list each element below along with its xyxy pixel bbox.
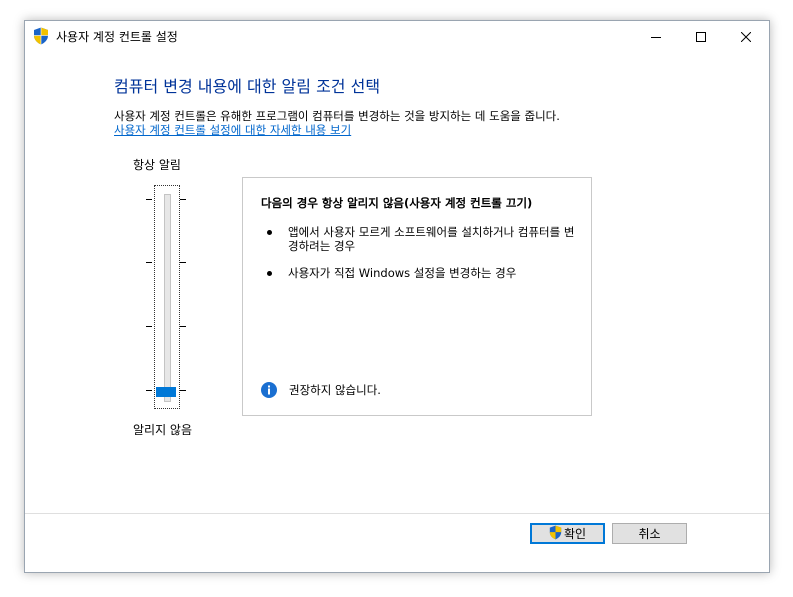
- cancel-button-label: 취소: [638, 527, 661, 541]
- bullet-icon: [267, 230, 272, 235]
- slider-tick-right: [180, 390, 186, 391]
- bullet-item: 사용자가 직접 Windows 설정을 변경하는 경우: [288, 266, 517, 280]
- slider-tick-right: [180, 262, 186, 263]
- info-icon: [261, 382, 277, 398]
- ok-button[interactable]: 확인: [530, 523, 605, 544]
- slider-tick-left: [146, 326, 152, 327]
- ok-button-label: 확인: [563, 527, 587, 541]
- slider-tick-right: [180, 199, 186, 200]
- window-title: 사용자 계정 컨트롤 설정: [56, 30, 178, 44]
- bullet-icon: [267, 271, 272, 276]
- slider-bottom-label: 알리지 않음: [133, 423, 193, 437]
- bullet-item: 앱에서 사용자 모르게 소프트웨어를 설치하거나 컴퓨터를 변경하려는 경우: [288, 225, 575, 253]
- uac-shield-icon: [33, 27, 49, 45]
- close-icon: [740, 27, 752, 46]
- slider-top-label: 항상 알림: [133, 158, 181, 172]
- page-heading: 컴퓨터 변경 내용에 대한 알림 조건 선택: [114, 77, 381, 96]
- slider-tick-right: [180, 326, 186, 327]
- minimize-button[interactable]: [633, 21, 679, 51]
- panel-title: 다음의 경우 항상 알리지 않음(사용자 계정 컨트롤 끄기): [261, 196, 533, 210]
- uac-shield-icon: [549, 525, 562, 543]
- slider-track[interactable]: [164, 194, 171, 402]
- maximize-button[interactable]: [678, 21, 724, 51]
- level-description-panel: 다음의 경우 항상 알리지 않음(사용자 계정 컨트롤 끄기) 앱에서 사용자 …: [242, 177, 592, 416]
- maximize-icon: [696, 27, 706, 46]
- recommendation-text: 권장하지 않습니다.: [289, 383, 381, 397]
- close-button[interactable]: [723, 21, 769, 51]
- slider-tick-left: [146, 262, 152, 263]
- uac-settings-window: 사용자 계정 컨트롤 설정 컴퓨터 변경 내용에 대한 알림 조건 선택 사용자…: [24, 20, 770, 573]
- slider-thumb[interactable]: [156, 387, 176, 397]
- slider-tick-left: [146, 199, 152, 200]
- cancel-button[interactable]: 취소: [612, 523, 687, 544]
- title-bar[interactable]: 사용자 계정 컨트롤 설정: [25, 21, 769, 51]
- details-link[interactable]: 사용자 계정 컨트롤 설정에 대한 자세한 내용 보기: [114, 122, 351, 138]
- minimize-icon: [651, 27, 661, 46]
- footer-divider: [25, 513, 769, 514]
- slider-tick-left: [146, 390, 152, 391]
